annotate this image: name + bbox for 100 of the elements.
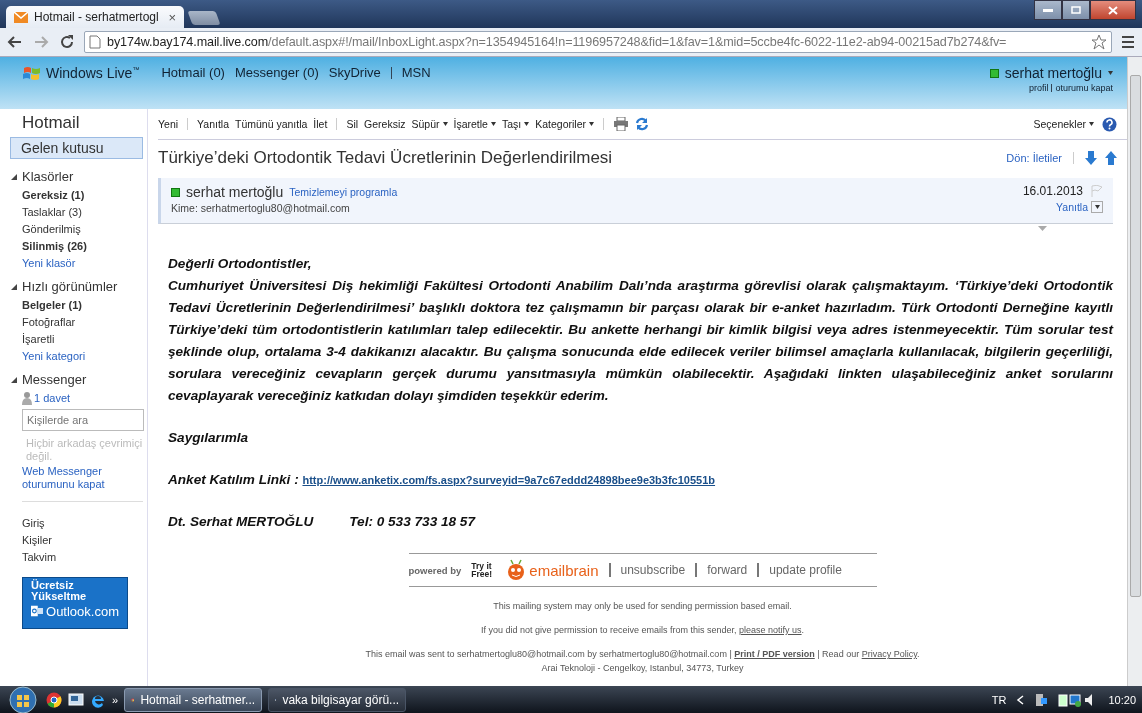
toolbar-button[interactable]: Yeni	[158, 118, 179, 130]
nav-link[interactable]: SkyDrive	[328, 65, 381, 80]
caret-icon	[524, 122, 530, 126]
page-icon	[89, 35, 101, 49]
person-icon	[22, 391, 32, 405]
section-heading[interactable]: Messenger	[22, 372, 87, 387]
account-link[interactable]: oturumu kapat	[1055, 83, 1113, 93]
toolbar-button[interactable]: Taşı	[501, 118, 530, 130]
toolbar-button[interactable]: İlet	[313, 118, 328, 130]
maximize-button[interactable]	[1062, 0, 1090, 20]
contact-search-field[interactable]: Kişilerde ara	[22, 409, 144, 431]
envelope-icon	[14, 11, 28, 23]
toolbar-button[interactable]: Sil	[346, 118, 359, 130]
desktop-icon[interactable]	[68, 692, 84, 708]
notice-text: This mailing system may only be used for sending permission based email.	[493, 601, 792, 611]
section-heading[interactable]: Hızlı görünümler	[22, 279, 118, 294]
overflow-button[interactable]: »	[112, 694, 119, 706]
expanded-triangle-icon[interactable]	[10, 282, 18, 291]
toolbar-button[interactable]: Süpür	[411, 118, 448, 130]
schedule-link[interactable]: Temizlemeyi programla	[289, 186, 398, 198]
expanded-triangle-icon[interactable]	[10, 172, 18, 181]
caret-icon	[1108, 71, 1113, 75]
toolbar-button[interactable]: Yanıtla	[197, 118, 229, 130]
user-name[interactable]: serhat mertoğlu	[1004, 65, 1102, 81]
help-icon[interactable]	[1102, 116, 1117, 132]
back-link[interactable]: Dön: İletiler	[1006, 152, 1062, 164]
app-link[interactable]: Kişiler	[22, 534, 147, 546]
outlook-logo-icon	[31, 604, 43, 618]
star-icon[interactable]	[1091, 34, 1107, 50]
minimize-button[interactable]	[1034, 0, 1062, 20]
toolbar-button[interactable]: Kategoriler	[535, 118, 594, 130]
banner-text: Yükseltme	[31, 591, 88, 602]
reload-icon[interactable]	[58, 33, 76, 51]
inbox-item[interactable]: Gelen kutusu	[10, 137, 143, 159]
address-bar[interactable]: by174w.bay174.mail.live.com/default.aspx#!/mail/InboxLight.aspx?n=1354945164!n=1196957248&fid=1&fav=1&mid=5ccbe4fc-6022-11e2-ab94-00215ad7b274&fv=	[84, 31, 1112, 53]
new-item-link[interactable]: Yeni klasör	[22, 257, 147, 269]
status-text: Hiçbir arkadaş çevrimiçi değil.	[26, 437, 144, 463]
try-free-text[interactable]: Try it Free!	[471, 562, 496, 578]
toolbar-button[interactable]: İşaretle	[453, 118, 496, 130]
reply-menu-button[interactable]	[1091, 201, 1103, 213]
chrome-icon[interactable]	[46, 692, 62, 708]
footer-link[interactable]: forward	[707, 563, 748, 577]
nav-link[interactable]: Messenger (0)	[234, 65, 319, 80]
device-icon[interactable]	[1034, 693, 1049, 707]
notify-link[interactable]: please notify us	[739, 625, 802, 635]
close-window-button[interactable]	[1090, 0, 1136, 20]
folder-item[interactable]: Silinmiş (26)	[22, 240, 147, 252]
footer-link[interactable]: update profile	[769, 563, 842, 577]
up-arrow-icon[interactable]	[1105, 151, 1117, 165]
folder-item[interactable]: Taslaklar (3)	[22, 206, 147, 218]
toolbar-button[interactable]: Seçenekler	[1033, 118, 1094, 130]
expanded-triangle-icon[interactable]	[10, 375, 18, 384]
reply-link[interactable]: Yanıtla	[1056, 201, 1088, 213]
new-item-link[interactable]: Yeni kategori	[22, 350, 147, 362]
footer-link[interactable]: unsubscribe	[620, 563, 686, 577]
online-status-icon	[989, 68, 999, 78]
folder-item[interactable]: Fotoğraflar	[22, 316, 147, 328]
phone-text: Tel: 0 533 733 18 57	[349, 513, 475, 531]
account-link[interactable]: profil	[1028, 83, 1049, 93]
folder-item[interactable]: İşaretli	[22, 333, 147, 345]
caret-icon	[1094, 205, 1100, 209]
browser-tab[interactable]: Hotmail - serhatmertogl ×	[6, 6, 184, 28]
sign-out-link[interactable]: Web Messenger oturumunu kapat	[22, 465, 147, 491]
chevron-icon[interactable]	[1016, 695, 1025, 705]
invite-link[interactable]: 1 davet	[34, 392, 71, 404]
sender-name[interactable]: serhat mertoğlu	[186, 184, 284, 200]
section-heading[interactable]: Klasörler	[22, 169, 74, 184]
banner-text: Ücretsiz	[31, 580, 75, 591]
windows-flag-icon	[22, 65, 42, 81]
minimize-icon	[1043, 8, 1053, 12]
closing-text: Saygılarımla	[168, 429, 250, 447]
print-icon[interactable]	[613, 117, 629, 131]
nav-link[interactable]: MSN	[401, 65, 431, 80]
refresh-icon[interactable]	[635, 117, 649, 131]
maximize-icon	[1071, 6, 1081, 14]
upgrade-banner[interactable]: Ücretsiz Yükseltme Outlook.com	[22, 577, 128, 629]
new-tab-button[interactable]	[187, 11, 221, 25]
toolbar-button[interactable]: Tümünü yanıtla	[235, 118, 308, 130]
clock[interactable]: 10:20	[1108, 694, 1136, 706]
language-indicator[interactable]: TR	[991, 694, 1007, 706]
scrollbar[interactable]	[1127, 57, 1142, 686]
taskbar-window-button[interactable]: vaka bilgisayar görü...	[268, 688, 407, 712]
app-link[interactable]: Giriş	[22, 517, 147, 529]
nav-link[interactable]: Hotmail (0)	[161, 65, 225, 80]
app-link[interactable]: Takvim	[22, 551, 147, 563]
survey-link[interactable]: http://www.anketix.com/fs.aspx?surveyid=9a7c67eddd24898bee9e3b3fc10551b	[302, 474, 716, 486]
recipient-text: Kime: serhatmertoglu80@hotmail.com	[171, 202, 351, 214]
sidebar-title: Hotmail	[21, 112, 81, 134]
folder-item[interactable]: Belgeler (1)	[22, 299, 147, 311]
print-link[interactable]: Print / PDF version	[734, 649, 815, 659]
close-tab-button[interactable]: ×	[168, 9, 176, 25]
folder-item[interactable]: Gereksiz (1)	[22, 189, 147, 201]
menu-icon[interactable]	[1120, 34, 1136, 50]
start-button[interactable]	[6, 686, 40, 713]
greeting-text: Değerli Ortodontistler,	[168, 255, 313, 273]
permission-text: If you did not give permission to receive emails from this sender, please notify us.	[480, 625, 805, 635]
taskbar-window-button[interactable]: Hotmail - serhatmer...	[124, 688, 263, 712]
down-arrow-icon[interactable]	[1085, 151, 1097, 165]
toolbar-button[interactable]: Gereksiz	[364, 118, 406, 130]
folder-item[interactable]: Gönderilmiş	[22, 223, 147, 235]
